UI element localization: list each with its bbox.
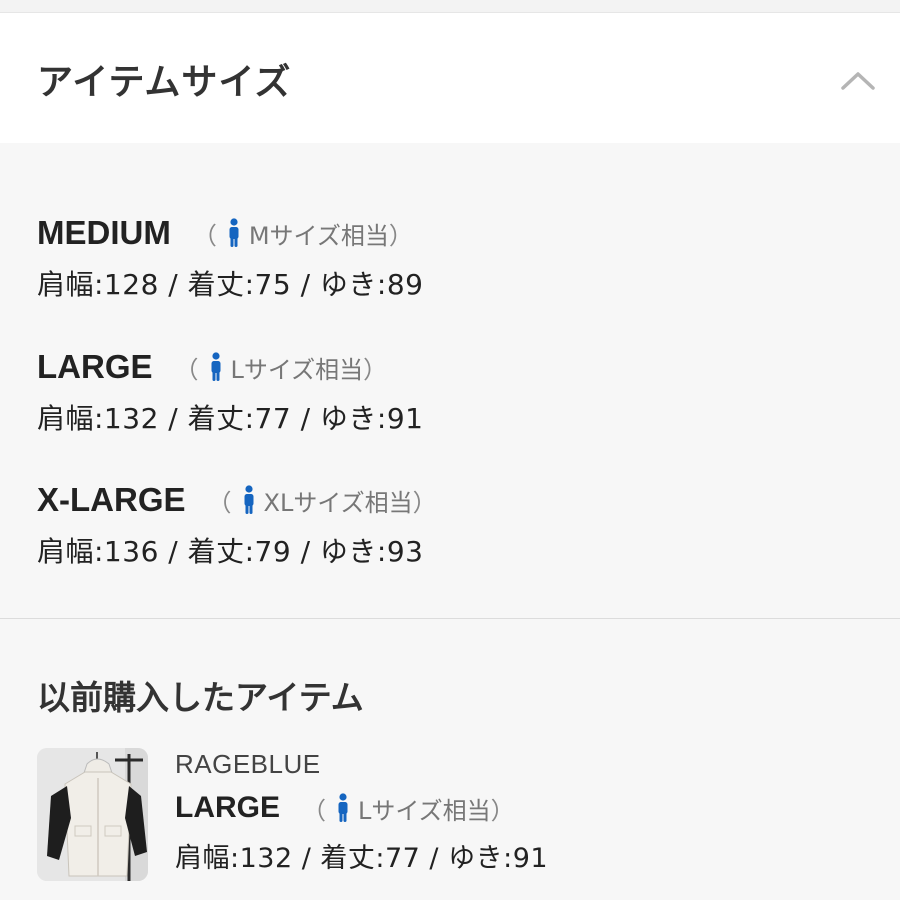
chevron-up-icon (841, 72, 875, 90)
paren-close: ） (490, 796, 515, 825)
size-name: X-LARGE (37, 481, 186, 518)
size-equivalent: Mサイズ相当 (248, 221, 389, 250)
size-equivalent-hint: （ XLサイズ相当 ） (208, 483, 437, 518)
paren-open: （ (207, 488, 232, 517)
paren-close: ） (363, 355, 388, 384)
size-equivalent-hint: （ Lサイズ相当 ） (302, 791, 515, 826)
size-name: LARGE (37, 348, 153, 385)
size-measurements: 肩幅:132 / 着丈:77 / ゆき:91 (175, 843, 549, 874)
section-title: アイテムサイズ (37, 62, 292, 103)
item-size-header[interactable]: アイテムサイズ (0, 13, 900, 143)
size-equivalent: XLサイズ相当 (263, 488, 413, 517)
person-icon (211, 352, 220, 381)
previous-item-info[interactable]: RAGEBLUE LARGE （ Lサイズ相当 ） 肩幅:132 / 着丈:77… (175, 749, 548, 875)
previous-purchases: 以前購入したアイテム RAGEBLUE LARGE （ Lサイズ相当 ） 肩幅:… (0, 619, 900, 900)
size-option-x-large: X-LARGE （ XLサイズ相当 ） 肩幅:136 / 着丈:79 / ゆき:… (37, 480, 437, 570)
collapse-button[interactable] (836, 65, 880, 95)
size-equivalent: Lサイズ相当 (358, 796, 491, 825)
paren-open: （ (302, 796, 326, 825)
size-measurements: 肩幅:128 / 着丈:75 / ゆき:89 (37, 268, 424, 301)
size-name: MEDIUM (37, 214, 171, 251)
size-equivalent-hint: （ Lサイズ相当 ） (174, 350, 388, 385)
size-measurements: 肩幅:136 / 着丈:79 / ゆき:93 (37, 535, 424, 568)
jacket-image (37, 748, 148, 881)
paren-open: （ (192, 221, 217, 250)
size-measurements: 肩幅:132 / 着丈:77 / ゆき:91 (37, 402, 424, 435)
size-equivalent: Lサイズ相当 (230, 355, 364, 384)
previous-purchases-title: 以前購入したアイテム (37, 678, 364, 717)
top-strip (0, 0, 900, 13)
jacket-thumbnail[interactable] (37, 748, 148, 881)
size-equivalent-hint: （ Mサイズ相当 ） (193, 216, 413, 251)
size-name: LARGE (175, 791, 280, 824)
person-icon (338, 793, 348, 822)
person-icon (229, 218, 239, 247)
paren-close: ） (388, 221, 413, 250)
size-option-medium: MEDIUM （ Mサイズ相当 ） 肩幅:128 / 着丈:75 / ゆき:89 (37, 213, 423, 303)
paren-close: ） (412, 488, 437, 517)
person-icon (244, 485, 253, 514)
size-list: MEDIUM （ Mサイズ相当 ） 肩幅:128 / 着丈:75 / ゆき:89… (0, 143, 900, 618)
brand-name: RAGEBLUE (175, 749, 321, 779)
size-option-large: LARGE （ Lサイズ相当 ） 肩幅:132 / 着丈:77 / ゆき:91 (37, 347, 423, 437)
paren-open: （ (174, 355, 199, 384)
